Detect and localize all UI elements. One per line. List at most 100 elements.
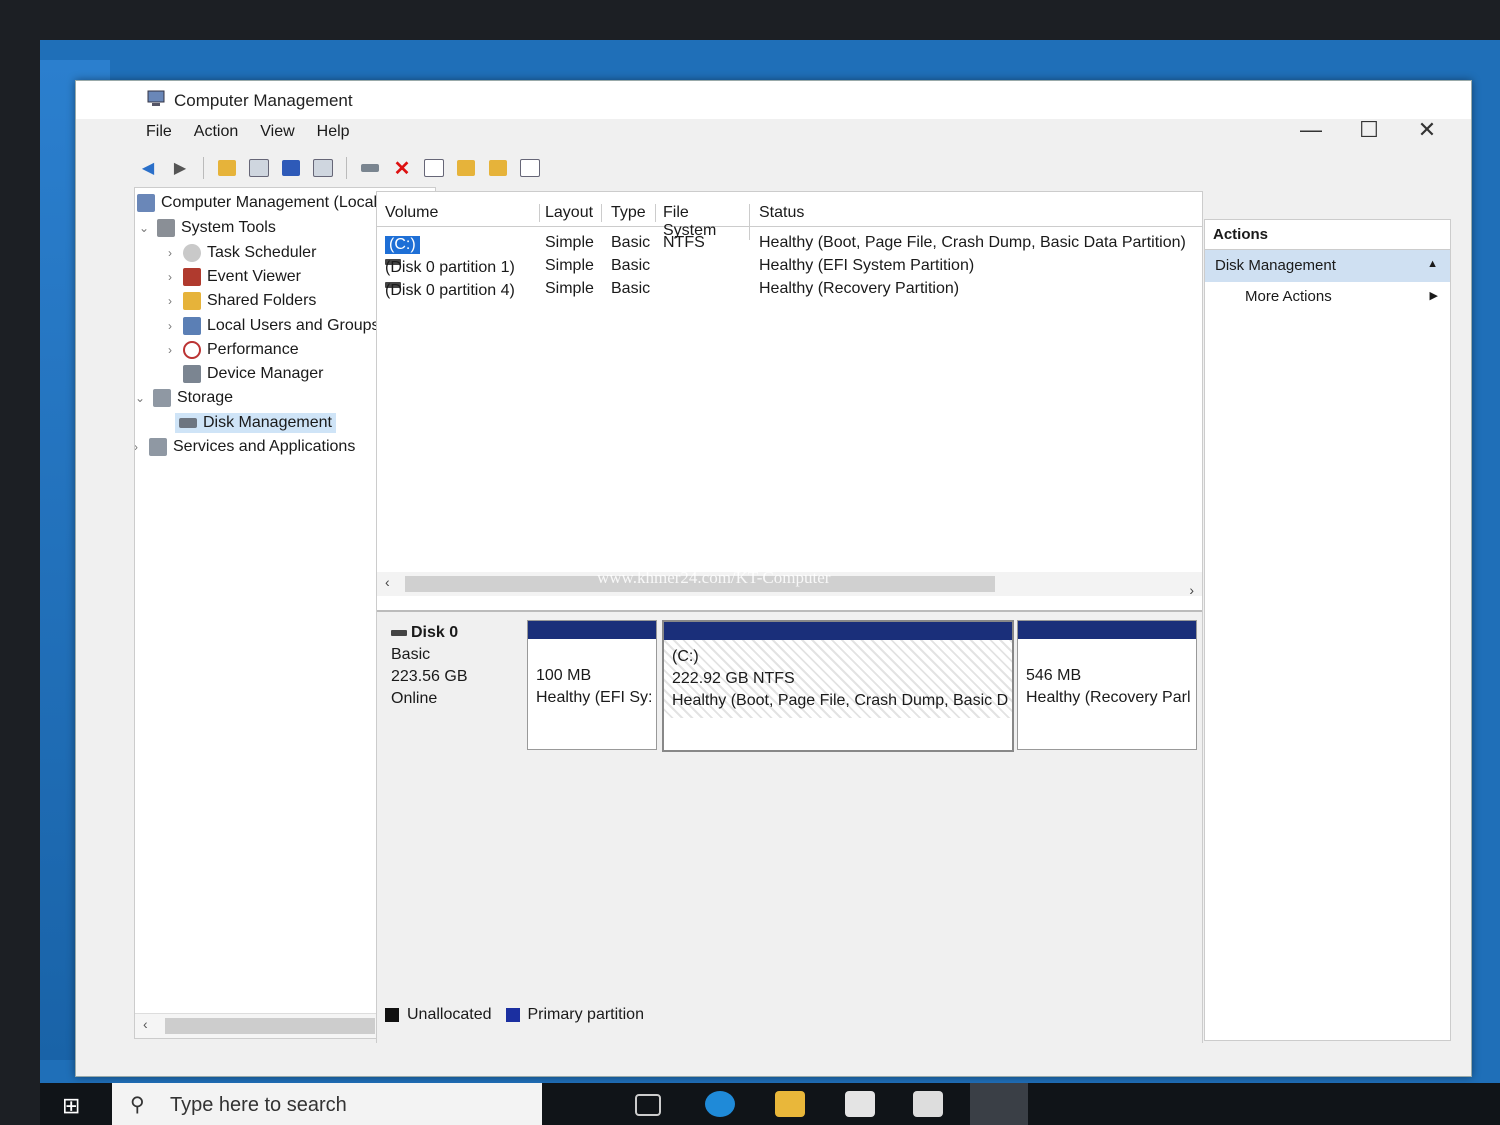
title-bar[interactable]: Computer Management [76, 81, 1471, 119]
store-icon[interactable] [845, 1091, 875, 1117]
volume-layout: Simple [545, 257, 594, 274]
window-title: Computer Management [174, 91, 353, 110]
chevron-right-icon[interactable]: › [135, 440, 143, 454]
chevron-down-icon[interactable]: ⌄ [135, 391, 147, 405]
computer-management-icon [146, 89, 168, 109]
show-action-pane-icon[interactable] [311, 157, 335, 179]
help-icon[interactable] [279, 157, 303, 179]
scrollbar-thumb[interactable] [165, 1018, 375, 1034]
menu-view[interactable]: View [260, 121, 294, 149]
tree-item-storage[interactable]: ⌄ Storage [135, 389, 234, 407]
actions-disk-management[interactable]: Disk Management ▲ [1205, 250, 1450, 282]
tree-item-label: Services and Applications [173, 438, 356, 455]
column-volume[interactable]: Volume [385, 204, 540, 222]
chevron-right-icon[interactable]: › [163, 343, 177, 357]
volume-name: (Disk 0 partition 1) [385, 259, 515, 276]
legend-primary: Primary partition [527, 1006, 644, 1023]
storage-icon [153, 389, 171, 407]
volume-type: Basic [611, 280, 651, 297]
computer-management-taskbar-icon[interactable] [970, 1083, 1028, 1125]
tree-item-shared-folders[interactable]: › Shared Folders [163, 292, 316, 310]
mail-icon[interactable] [913, 1091, 943, 1117]
disk-info[interactable]: Disk 0 Basic 223.56 GB Online [391, 622, 468, 710]
partition-efi[interactable]: 100 MB Healthy (EFI Sy: [527, 620, 657, 750]
partition-size: 546 MB [1026, 667, 1082, 684]
edge-icon[interactable] [705, 1091, 735, 1117]
close-button[interactable]: ✕ [1413, 117, 1441, 143]
menu-help[interactable]: Help [317, 121, 350, 149]
maximize-button[interactable]: ☐ [1355, 117, 1383, 143]
export-icon[interactable] [454, 157, 478, 179]
forward-icon[interactable]: ▶ [168, 157, 192, 179]
shared-folder-icon [183, 292, 201, 310]
partition-recovery[interactable]: 546 MB Healthy (Recovery Parl [1017, 620, 1197, 750]
chevron-right-icon[interactable]: › [163, 270, 177, 284]
delete-icon[interactable]: ✕ [390, 157, 414, 180]
partition-label: (C:) [672, 648, 699, 665]
menu-file[interactable]: File [146, 121, 172, 149]
search-icon[interactable] [486, 157, 510, 179]
menu-action[interactable]: Action [194, 121, 238, 149]
taskbar-search-box[interactable]: ⚲ Type here to search [112, 1083, 542, 1125]
volume-name: (Disk 0 partition 4) [385, 282, 515, 299]
column-layout[interactable]: Layout [545, 204, 602, 222]
back-icon[interactable]: ◀ [136, 157, 160, 179]
windows-start-icon[interactable]: ⊞ [62, 1093, 80, 1119]
unallocated-swatch [385, 1008, 399, 1022]
volume-status: Healthy (Recovery Partition) [759, 280, 960, 297]
tree-item-event-viewer[interactable]: › Event Viewer [163, 268, 301, 286]
partition-status: Healthy (EFI Sy: [536, 689, 653, 706]
volume-list-header: Volume Layout Type File System Status [377, 200, 1202, 240]
connect-drive-icon[interactable] [358, 157, 382, 179]
chevron-right-icon[interactable]: › [163, 319, 177, 333]
tree-item-system-tools[interactable]: ⌄ System Tools [137, 219, 276, 237]
chevron-right-icon[interactable]: › [163, 246, 177, 260]
file-explorer-icon[interactable] [775, 1091, 805, 1117]
tree-item-label: Event Viewer [207, 268, 301, 285]
list-view-icon[interactable] [518, 157, 542, 179]
actions-pane: Actions Disk Management ▲ More Actions ▶ [1204, 219, 1451, 1041]
taskbar: ⊞ ⚲ Type here to search [40, 1083, 1500, 1125]
tree-item-performance[interactable]: › Performance [163, 341, 299, 359]
task-view-icon[interactable] [635, 1094, 661, 1116]
tree-item-disk-management[interactable]: Disk Management [175, 413, 336, 433]
more-actions[interactable]: More Actions ▶ [1205, 282, 1450, 312]
legend-unallocated: Unallocated [407, 1006, 492, 1023]
scroll-left-icon[interactable]: ‹ [385, 574, 390, 590]
scroll-left-icon[interactable]: ‹ [143, 1016, 148, 1032]
collapse-up-icon[interactable]: ▲ [1427, 258, 1438, 270]
tree-item-label: Performance [207, 341, 299, 358]
actions-section-label: Disk Management [1215, 257, 1336, 274]
disk-name: Disk 0 [411, 624, 459, 641]
tree-item-label: Local Users and Groups [207, 317, 380, 334]
volume-row[interactable]: (Disk 0 partition 1) Simple Basic Health… [377, 255, 1202, 277]
volume-row[interactable]: (Disk 0 partition 4) Simple Basic Health… [377, 278, 1202, 300]
chevron-down-icon[interactable]: ⌄ [137, 221, 151, 235]
disk-icon [179, 418, 197, 428]
tree-item-local-users[interactable]: › Local Users and Groups [163, 317, 380, 335]
disk-size: 223.56 GB [391, 668, 468, 685]
disk-state: Online [391, 690, 438, 707]
show-hide-tree-icon[interactable] [247, 157, 271, 179]
tree-item-root[interactable]: Computer Management (Local [137, 194, 377, 212]
tree-item-device-manager[interactable]: Device Manager [183, 365, 324, 383]
tree-item-label: Shared Folders [207, 292, 317, 309]
toolbar-divider [203, 157, 204, 179]
column-type[interactable]: Type [611, 204, 656, 222]
tree-item-services[interactable]: › Services and Applications [135, 438, 356, 456]
tree-item-label: System Tools [181, 219, 276, 236]
scroll-right-icon[interactable]: › [1189, 582, 1194, 598]
clock-icon [183, 244, 201, 262]
partition-status: Healthy (Boot, Page File, Crash Dump, Ba… [672, 692, 1009, 709]
column-status[interactable]: Status [759, 204, 1185, 222]
volume-row[interactable]: (C:) Simple Basic NTFS Healthy (Boot, Pa… [377, 232, 1202, 254]
volume-type: Basic [611, 257, 651, 274]
minimize-button[interactable]: — [1297, 117, 1325, 143]
tree-item-task-scheduler[interactable]: › Task Scheduler [163, 244, 316, 262]
chevron-right-icon[interactable]: › [163, 294, 177, 308]
properties-icon[interactable] [422, 157, 446, 179]
partition-c[interactable]: (C:) 222.92 GB NTFS Healthy (Boot, Page … [662, 620, 1014, 752]
disk-type: Basic [391, 646, 431, 663]
tree-item-label: Storage [177, 389, 234, 406]
up-folder-icon[interactable] [215, 157, 239, 179]
